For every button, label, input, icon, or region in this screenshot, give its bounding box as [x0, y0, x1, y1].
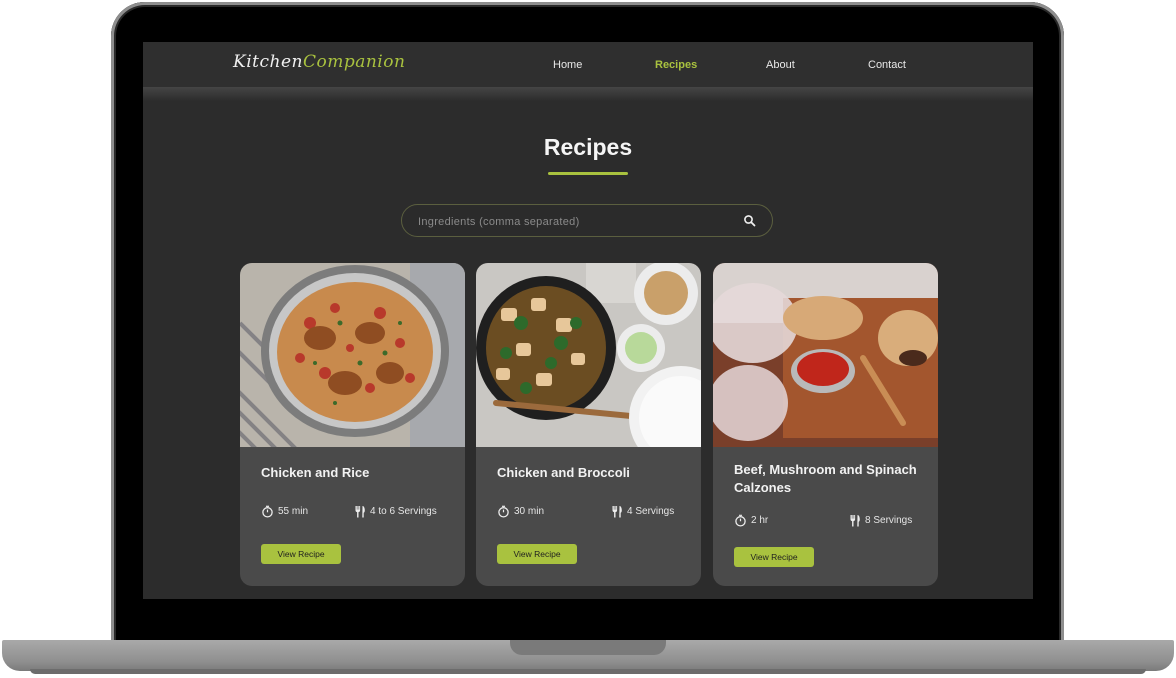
app-screen: KitchenCompanion Home Recipes About Cont…: [143, 42, 1033, 599]
recipe-card: Chicken and Broccoli 30 min 4 Servings V…: [476, 263, 701, 586]
navbar: KitchenCompanion Home Recipes About Cont…: [143, 42, 1033, 88]
recipe-time: 30 min: [497, 505, 544, 518]
recipe-servings-label: 8 Servings: [865, 515, 913, 526]
page-title: Recipes: [543, 134, 633, 160]
nav-recipes[interactable]: Recipes: [655, 59, 697, 71]
recipe-image-calzones[interactable]: [713, 263, 938, 447]
recipe-servings-label: 4 Servings: [627, 506, 675, 517]
recipe-servings: 4 Servings: [611, 505, 674, 518]
fork-knife-icon: [850, 515, 860, 527]
laptop-base-shadow: [30, 669, 1146, 674]
recipe-image-chicken-rice[interactable]: [240, 263, 465, 447]
recipe-servings: 8 Servings: [849, 514, 912, 527]
nav-contact[interactable]: Contact: [868, 59, 906, 71]
view-recipe-button[interactable]: View Recipe: [497, 544, 577, 564]
recipe-time-label: 2 hr: [751, 515, 769, 526]
recipe-title: Chicken and Broccoli: [497, 465, 630, 480]
recipe-image-chicken-broccoli[interactable]: [476, 263, 701, 447]
search-input[interactable]: [416, 212, 720, 232]
recipe-time: 2 hr: [734, 514, 768, 527]
recipe-servings-label: 4 to 6 Servings: [370, 506, 437, 517]
fork-knife-icon: [612, 506, 622, 518]
nav-about[interactable]: About: [766, 59, 795, 71]
logo[interactable]: KitchenCompanion: [233, 52, 405, 72]
logo-part-2: Companion: [302, 52, 406, 72]
recipe-servings: 4 to 6 Servings: [354, 505, 437, 518]
view-recipe-button[interactable]: View Recipe: [734, 547, 814, 567]
recipe-title: Beef, Mushroom and Spinach Calzones: [734, 462, 917, 495]
recipe-time-label: 55 min: [278, 506, 309, 517]
recipe-time-label: 30 min: [514, 506, 545, 517]
stopwatch-icon: [498, 505, 509, 518]
laptop-notch: [510, 640, 666, 655]
nav-home[interactable]: Home: [553, 59, 582, 71]
stopwatch-icon: [735, 514, 746, 527]
search-icon[interactable]: [742, 213, 758, 229]
title-underline: [548, 172, 628, 175]
fork-knife-icon: [355, 506, 365, 518]
logo-part-1: Kitchen: [233, 52, 303, 72]
recipe-card: Beef, Mushroom and Spinach Calzones 2 hr…: [713, 263, 938, 586]
view-recipe-button[interactable]: View Recipe: [261, 544, 341, 564]
navbar-shadow: [143, 87, 1033, 101]
recipe-card: Chicken and Rice 55 min 4 to 6 Servings …: [240, 263, 465, 586]
recipe-title: Chicken and Rice: [261, 465, 370, 480]
recipe-time: 55 min: [261, 505, 308, 518]
stopwatch-icon: [262, 505, 273, 518]
search-bar: [401, 204, 773, 237]
